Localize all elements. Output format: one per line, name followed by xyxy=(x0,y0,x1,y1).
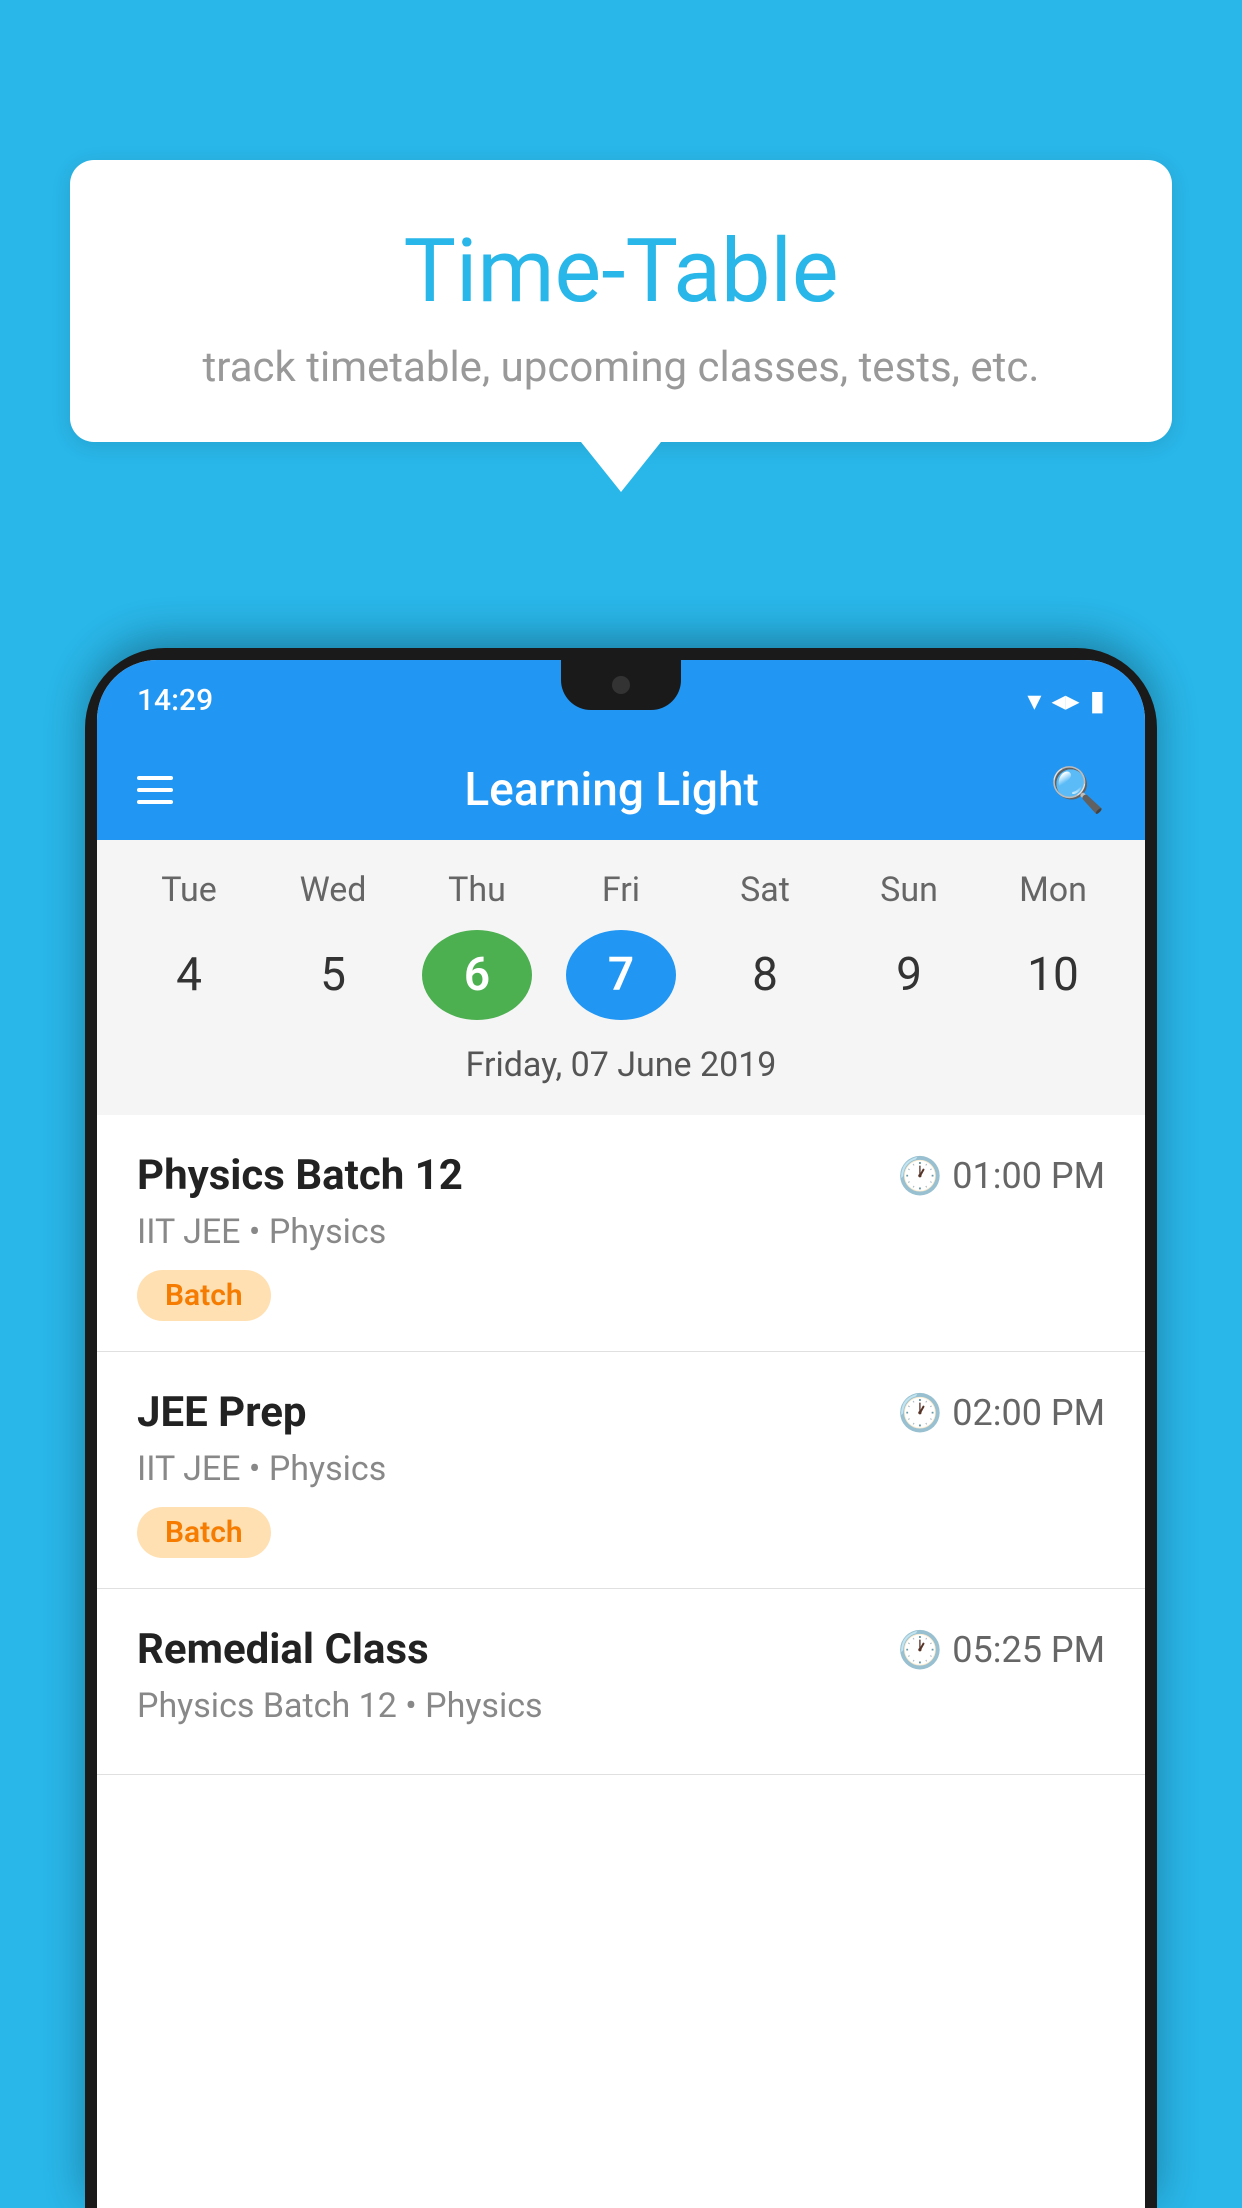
class-card-3-header: Remedial Class 🕐 05:25 PM xyxy=(137,1625,1105,1674)
day-8[interactable]: 8 xyxy=(710,930,820,1020)
day-header-sat: Sat xyxy=(710,870,820,910)
day-10[interactable]: 10 xyxy=(998,930,1108,1020)
day-header-thu: Thu xyxy=(422,870,532,910)
classes-container: Physics Batch 12 🕐 01:00 PM IIT JEE • Ph… xyxy=(97,1115,1145,1775)
hamburger-line-1 xyxy=(137,776,173,780)
clock-icon-2: 🕐 xyxy=(897,1392,942,1434)
class-name-1: Physics Batch 12 xyxy=(137,1151,463,1200)
class-time-2: 🕐 02:00 PM xyxy=(897,1392,1105,1434)
app-title: Learning Light xyxy=(464,763,759,817)
day-header-wed: Wed xyxy=(278,870,388,910)
day-header-fri: Fri xyxy=(566,870,676,910)
camera xyxy=(612,676,630,694)
day-headers: Tue Wed Thu Fri Sat Sun Mon xyxy=(97,860,1145,920)
clock-icon-1: 🕐 xyxy=(897,1155,942,1197)
signal-icon: ◂▸ xyxy=(1051,684,1079,717)
hamburger-line-3 xyxy=(137,800,173,804)
class-card-1-header: Physics Batch 12 🕐 01:00 PM xyxy=(137,1151,1105,1200)
day-9[interactable]: 9 xyxy=(854,930,964,1020)
status-icons: ▾ ◂▸ ▮ xyxy=(1027,684,1105,717)
speech-bubble: Time-Table track timetable, upcoming cla… xyxy=(70,160,1172,442)
day-header-mon: Mon xyxy=(998,870,1108,910)
class-time-1: 🕐 01:00 PM xyxy=(897,1155,1105,1197)
day-7-selected[interactable]: 7 xyxy=(566,930,676,1020)
day-6-today[interactable]: 6 xyxy=(422,930,532,1020)
menu-button[interactable] xyxy=(137,776,173,804)
class-meta-1: IIT JEE • Physics xyxy=(137,1212,1105,1252)
wifi-icon: ▾ xyxy=(1027,684,1041,717)
bubble-title: Time-Table xyxy=(130,220,1112,323)
day-header-tue: Tue xyxy=(134,870,244,910)
class-name-3: Remedial Class xyxy=(137,1625,429,1674)
selected-date-label: Friday, 07 June 2019 xyxy=(97,1035,1145,1105)
class-card-1[interactable]: Physics Batch 12 🕐 01:00 PM IIT JEE • Ph… xyxy=(97,1115,1145,1352)
class-card-2-header: JEE Prep 🕐 02:00 PM xyxy=(137,1388,1105,1437)
class-time-3: 🕐 05:25 PM xyxy=(897,1629,1105,1671)
battery-icon: ▮ xyxy=(1090,684,1105,717)
day-4[interactable]: 4 xyxy=(134,930,244,1020)
day-header-sun: Sun xyxy=(854,870,964,910)
day-numbers: 4 5 6 7 8 9 10 xyxy=(97,920,1145,1035)
class-meta-2: IIT JEE • Physics xyxy=(137,1449,1105,1489)
app-bar: Learning Light 🔍 xyxy=(97,740,1145,840)
search-icon[interactable]: 🔍 xyxy=(1050,764,1105,816)
speech-bubble-container: Time-Table track timetable, upcoming cla… xyxy=(70,160,1172,492)
phone-screen: 14:29 ▾ ◂▸ ▮ Learning Light 🔍 Tue xyxy=(97,660,1145,2208)
class-name-2: JEE Prep xyxy=(137,1388,307,1437)
bubble-tail xyxy=(581,442,661,492)
class-meta-3: Physics Batch 12 • Physics xyxy=(137,1686,1105,1726)
clock-icon-3: 🕐 xyxy=(897,1629,942,1671)
batch-badge-2: Batch xyxy=(137,1507,271,1558)
hamburger-line-2 xyxy=(137,788,173,792)
day-5[interactable]: 5 xyxy=(278,930,388,1020)
status-bar: 14:29 ▾ ◂▸ ▮ xyxy=(97,660,1145,740)
phone-frame: 14:29 ▾ ◂▸ ▮ Learning Light 🔍 Tue xyxy=(85,648,1157,2208)
class-card-2[interactable]: JEE Prep 🕐 02:00 PM IIT JEE • Physics Ba… xyxy=(97,1352,1145,1589)
class-card-3[interactable]: Remedial Class 🕐 05:25 PM Physics Batch … xyxy=(97,1589,1145,1775)
bubble-subtitle: track timetable, upcoming classes, tests… xyxy=(130,343,1112,392)
notch xyxy=(561,660,681,710)
calendar-section: Tue Wed Thu Fri Sat Sun Mon 4 5 6 7 8 9 … xyxy=(97,840,1145,1115)
status-time: 14:29 xyxy=(137,683,213,718)
batch-badge-1: Batch xyxy=(137,1270,271,1321)
